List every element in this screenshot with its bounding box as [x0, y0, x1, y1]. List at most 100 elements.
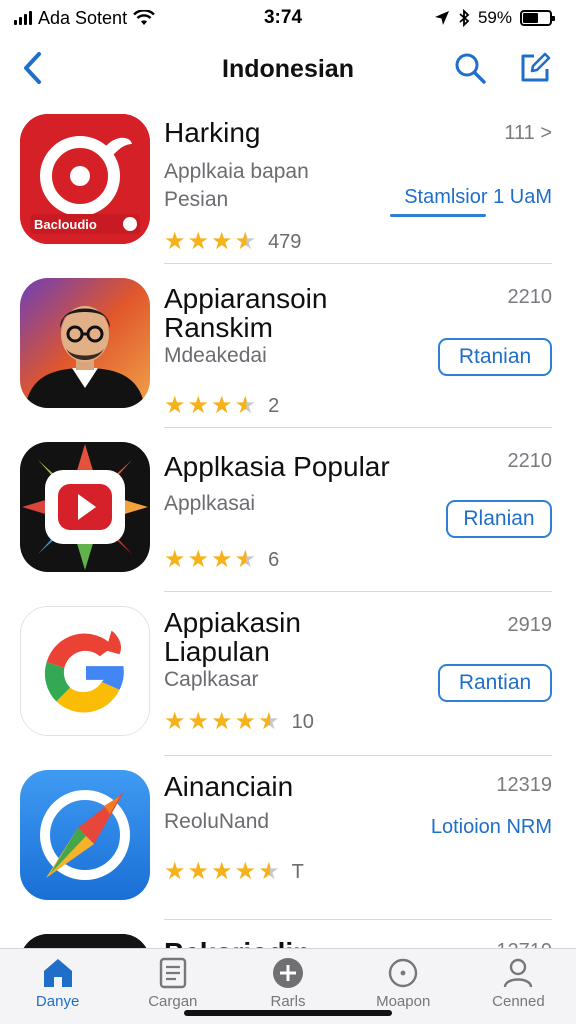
star-icon: ★ [211, 392, 233, 419]
battery-percent: 59% [477, 8, 512, 27]
star-icon: ★ [187, 858, 210, 885]
plus-circle-icon [273, 958, 303, 988]
rating-count: 2 [268, 394, 280, 417]
compass-app-icon [20, 770, 150, 900]
back-button[interactable] [14, 48, 50, 88]
app-name: Harking [164, 117, 261, 148]
status-time: 3:74 [263, 7, 303, 28]
half-star-icon: ★ [258, 708, 280, 735]
app-subtitle: Applkasai [164, 492, 256, 515]
tab-home[interactable]: Danye [0, 949, 115, 1024]
star-rating: ★ ★ ★ ★ 2 [164, 394, 279, 418]
app-subtitle: ReoluNand [164, 810, 270, 833]
list-item[interactable]: Bekoriodin 12719 [0, 920, 576, 948]
link-underline [390, 214, 486, 217]
app-count: 2210 [507, 450, 553, 472]
red-ring-app-icon: Bacloudio [20, 114, 150, 244]
search-button[interactable] [450, 48, 490, 88]
star-rating: ★ ★ ★ ★ 6 [164, 548, 279, 572]
list-item[interactable]: Appiaransoin Ranskim Mdeakedai 2210 Rtan… [0, 264, 576, 428]
app-name: Applkasia Popular [164, 451, 390, 482]
app-action-button[interactable]: Rantian [438, 664, 552, 702]
app-subtitle: Applkaia bapan Pesian [164, 160, 309, 211]
carrier-label: Ada Sotent [38, 7, 128, 28]
tab-label: Cargan [148, 993, 198, 1010]
list-item[interactable]: Applkasia Popular Applkasai 2210 Rlanian… [0, 428, 576, 592]
app-count: 12319 [496, 774, 552, 796]
signal-icon [14, 11, 32, 25]
star-rating: ★ ★ ★ ★ 479 [164, 230, 301, 254]
half-star-icon: ★ [234, 228, 257, 255]
status-bar: Ada Sotent 3:74 59% [0, 0, 576, 36]
star-icon: ★ [234, 708, 257, 735]
app-subtitle: Caplkasar [164, 668, 259, 691]
battery-icon [520, 10, 555, 26]
app-count: 2210 [507, 286, 553, 308]
star-icon: ★ [211, 858, 233, 885]
app-count: 2919 [507, 614, 553, 636]
star-icon: ★ [164, 392, 186, 419]
rating-count: 10 [291, 710, 314, 733]
app-action-link[interactable]: Lotioion NRM [431, 816, 552, 839]
app-name: Appiaransoin Ranskim [164, 283, 328, 343]
star-icon: ★ [211, 228, 233, 255]
compose-button[interactable] [515, 48, 555, 88]
list-item[interactable]: Bacloudio Harking Applkaia bapan Pesian … [0, 100, 576, 264]
list-item[interactable]: Appiakasin Liapulan Caplkasar 2919 Ranti… [0, 592, 576, 756]
half-star-icon: ★ [234, 546, 257, 573]
app-count[interactable]: 111 > [504, 122, 552, 145]
chevron-left-icon [24, 52, 41, 84]
tab-label: Danye [35, 993, 80, 1010]
app-name: Appiakasin Liapulan [164, 607, 301, 667]
wifi-icon [133, 10, 155, 25]
app-count: 12719 [496, 940, 552, 948]
nav-bar: Indonesian [0, 40, 576, 98]
star-icon: ★ [164, 708, 186, 735]
app-action-link[interactable]: Stamlsior 1 UaM [404, 186, 552, 209]
app-name: Ainanciain [164, 771, 294, 802]
star-icon: ★ [187, 228, 210, 255]
list-item[interactable]: Ainanciain ReoluNand 12319 Lotioion NRM … [0, 756, 576, 920]
star-icon: ★ [164, 228, 186, 255]
star-icon: ★ [164, 858, 186, 885]
half-star-icon: ★ [258, 858, 280, 885]
rating-count: T [291, 860, 304, 883]
star-icon: ★ [234, 858, 257, 885]
status-left: Ada Sotent [14, 8, 214, 29]
star-icon: ★ [164, 546, 186, 573]
app-action-button[interactable]: Rlanian [446, 500, 552, 538]
star-rating: ★ ★ ★ ★ ★ 10 [164, 710, 314, 734]
star-icon: ★ [211, 708, 233, 735]
app-action-button[interactable]: Rtanian [438, 338, 552, 376]
partial-app-icon [20, 934, 150, 948]
rating-count: 479 [268, 230, 302, 253]
half-star-icon: ★ [234, 392, 257, 419]
tab-label: Moapon [376, 993, 431, 1010]
app-name: Bekoriodin [164, 938, 474, 948]
bluetooth-icon [459, 9, 470, 27]
star-icon: ★ [187, 708, 210, 735]
battery-fill [523, 13, 539, 23]
circle-dot-icon [389, 958, 418, 988]
rating-count: 6 [268, 548, 280, 571]
home-indicator [184, 1010, 392, 1016]
tab-label: Cenned [492, 993, 545, 1010]
star-icon: ★ [187, 546, 210, 573]
compose-icon [521, 52, 551, 82]
search-icon [455, 53, 486, 84]
star-icon: ★ [211, 546, 233, 573]
document-icon [159, 957, 186, 989]
g-logo-app-icon [20, 606, 150, 736]
status-right: 59% [352, 8, 555, 28]
star-icon: ★ [187, 392, 210, 419]
tab-profile[interactable]: Cenned [461, 949, 576, 1024]
tab-label: Rarls [270, 993, 306, 1010]
star-rating: ★ ★ ★ ★ ★ T [164, 860, 304, 884]
person-icon [504, 958, 533, 988]
app-subtitle: Mdeakedai [164, 344, 267, 367]
play-app-icon [20, 442, 150, 572]
location-arrow-icon [434, 11, 449, 25]
portrait-app-icon [20, 278, 150, 408]
svg-text:Bacloudio: Bacloudio [34, 217, 97, 232]
app-list: Bacloudio Harking Applkaia bapan Pesian … [0, 100, 576, 948]
